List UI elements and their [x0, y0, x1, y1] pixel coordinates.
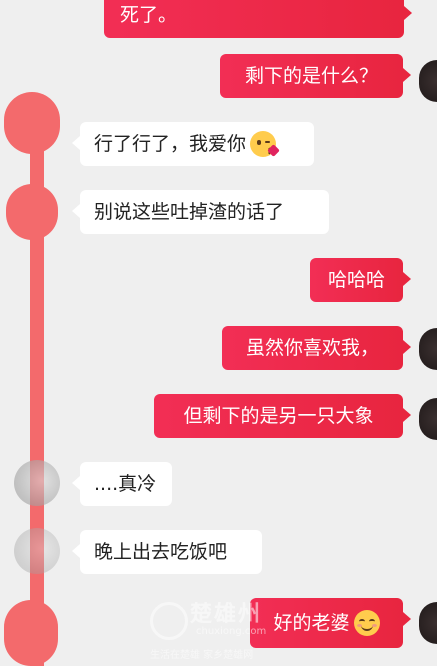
- my-avatar-4[interactable]: [419, 602, 437, 644]
- message-text: 哈哈哈: [327, 268, 385, 291]
- message-bubble-incoming[interactable]: ....真冷: [72, 462, 172, 506]
- my-avatar-1[interactable]: [419, 60, 437, 102]
- message-text: 虽然你喜欢我，: [245, 336, 379, 359]
- message-bubble-incoming[interactable]: 行了行了，我爱你: [72, 122, 314, 166]
- message-text: 死了。: [120, 3, 178, 26]
- message-bubble-outgoing[interactable]: 死了。: [104, 0, 412, 38]
- my-avatar-2[interactable]: [419, 328, 437, 370]
- chat-conversation: 死了。 剩下的是什么？ 行了行了，我爱你 别说这些吐掉渣的话了 哈哈哈 虽然你喜…: [0, 0, 437, 666]
- message-text: 晚上出去吃饭吧: [94, 540, 228, 563]
- message-text: 别说这些吐掉渣的话了: [94, 200, 285, 223]
- redaction-blob-top: [4, 92, 60, 154]
- message-text: 但剩下的是另一只大象: [183, 404, 374, 427]
- site-watermark: 楚雄州 chuxiong.com 生活在楚雄 家乡楚雄网: [150, 596, 380, 662]
- message-bubble-outgoing[interactable]: 但剩下的是另一只大象: [154, 394, 411, 438]
- message-text: 剩下的是什么？: [244, 64, 378, 87]
- watermark-title: 楚雄州: [190, 602, 263, 627]
- message-bubble-incoming[interactable]: 别说这些吐掉渣的话了: [72, 190, 329, 234]
- kiss-heart-emoji: [250, 131, 280, 157]
- message-bubble-outgoing[interactable]: 哈哈哈: [310, 258, 411, 302]
- contact-avatar-1[interactable]: [14, 460, 60, 506]
- redaction-blob-bottom: [4, 600, 58, 666]
- watermark-slogan: 生活在楚雄 家乡楚雄网: [150, 650, 254, 661]
- message-bubble-incoming[interactable]: 晚上出去吃饭吧: [72, 530, 262, 574]
- watermark-url: chuxiong.com: [196, 626, 267, 637]
- message-bubble-outgoing[interactable]: 虽然你喜欢我，: [222, 326, 411, 370]
- my-avatar-3[interactable]: [419, 398, 437, 440]
- message-text: 行了行了，我爱你: [94, 132, 247, 155]
- watermark-logo-icon: [150, 602, 188, 640]
- redaction-column: [30, 150, 44, 666]
- message-text: ....真冷: [94, 472, 157, 495]
- contact-avatar-2[interactable]: [14, 528, 60, 574]
- message-bubble-outgoing[interactable]: 剩下的是什么？: [220, 54, 411, 98]
